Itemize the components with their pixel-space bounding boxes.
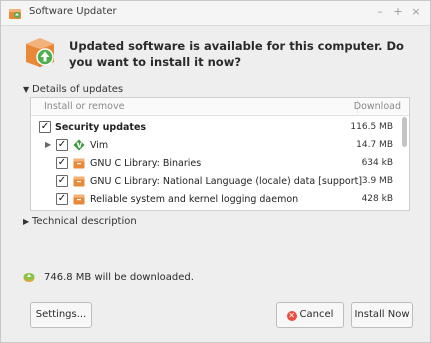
list-header: Install or remove Download: [31, 98, 409, 116]
collapsed-arrow-icon: ▶: [23, 217, 30, 226]
title-bar[interactable]: Software Updater – + ×: [1, 1, 430, 26]
technical-description-expander[interactable]: ▶ Technical description: [23, 216, 137, 227]
expanded-arrow-icon: ▼: [23, 85, 30, 94]
package-icon: [73, 194, 85, 205]
vim-checkbox[interactable]: ✓: [56, 139, 68, 151]
glibc-locale-label: GNU C Library: National Language (locale…: [90, 176, 363, 187]
download-size-status: 746.8 MB will be downloaded.: [44, 272, 194, 283]
list-item-vim[interactable]: ▶ ✓ Vim 14.7 MB: [31, 137, 397, 155]
column-header-download[interactable]: Download: [354, 101, 401, 112]
technical-description-label: Technical description: [32, 216, 137, 227]
column-header-install-or-remove[interactable]: Install or remove: [44, 101, 124, 112]
package-icon: [73, 158, 85, 169]
cancel-button[interactable]: ✕ Cancel: [276, 302, 344, 328]
software-updater-window: Software Updater – + × Updated software …: [0, 0, 431, 343]
glibc-binaries-size: 634 kB: [361, 158, 393, 168]
rsyslog-checkbox[interactable]: ✓: [56, 193, 68, 205]
updates-list: Install or remove Download ✓ Security up…: [30, 97, 410, 211]
rsyslog-size: 428 kB: [361, 194, 393, 204]
minimize-icon[interactable]: –: [374, 5, 386, 18]
vim-size: 14.7 MB: [356, 140, 393, 150]
security-updates-label: Security updates: [55, 122, 147, 133]
list-item-glibc-locale-data[interactable]: ✓ GNU C Library: National Language (loca…: [31, 173, 397, 191]
package-update-icon: [26, 38, 54, 67]
security-updates-checkbox[interactable]: ✓: [39, 121, 51, 133]
list-scrollbar[interactable]: [402, 117, 407, 147]
details-expander-label: Details of updates: [32, 84, 124, 95]
security-updates-size: 116.5 MB: [350, 122, 393, 132]
glibc-binaries-checkbox[interactable]: ✓: [56, 157, 68, 169]
glibc-binaries-label: GNU C Library: Binaries: [90, 158, 202, 169]
maximize-icon[interactable]: +: [392, 5, 404, 18]
list-item-rsyslog[interactable]: ✓ Reliable system and kernel logging dae…: [31, 191, 397, 209]
cancel-icon: ✕: [286, 311, 297, 321]
details-expander[interactable]: ▼ Details of updates: [23, 84, 123, 95]
list-item-glibc-binaries[interactable]: ✓ GNU C Library: Binaries 634 kB: [31, 155, 397, 173]
list-item-security-updates[interactable]: ✓ Security updates 116.5 MB: [31, 119, 397, 137]
vim-icon: [73, 139, 85, 151]
close-icon[interactable]: ×: [410, 5, 422, 18]
vim-label: Vim: [90, 140, 109, 151]
glibc-locale-size: 3.9 MB: [361, 176, 393, 186]
package-icon: [73, 176, 85, 187]
software-updater-app-icon: [9, 9, 21, 19]
cancel-button-label: Cancel: [299, 309, 334, 320]
update-available-message: Updated software is available for this c…: [69, 39, 404, 69]
expand-arrow-icon[interactable]: ▶: [45, 140, 51, 149]
settings-button[interactable]: Settings...: [30, 302, 92, 328]
glibc-locale-checkbox[interactable]: ✓: [56, 175, 68, 187]
rsyslog-label: Reliable system and kernel logging daemo…: [90, 194, 299, 205]
window-title: Software Updater: [29, 6, 117, 17]
install-now-button[interactable]: Install Now: [351, 302, 413, 328]
download-size-icon: [23, 273, 35, 282]
